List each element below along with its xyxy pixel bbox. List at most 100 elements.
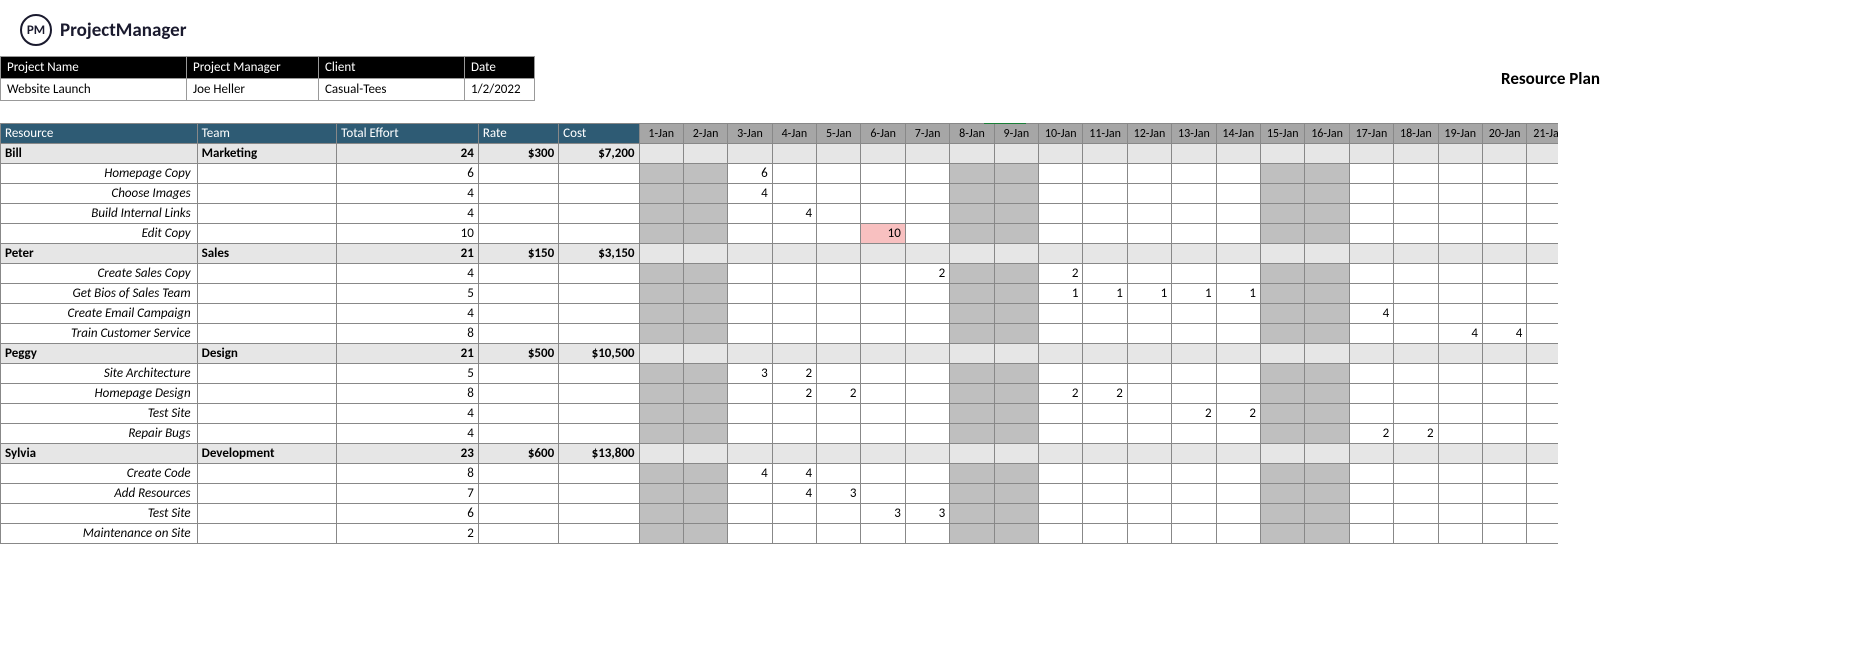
task-cell[interactable]: [197, 424, 337, 444]
task-cell[interactable]: Repair Bugs: [1, 424, 198, 444]
task-cell[interactable]: 4: [337, 264, 479, 284]
grid-cell[interactable]: [1083, 164, 1127, 184]
resource-cell[interactable]: $150: [478, 244, 558, 264]
grid-cell[interactable]: [905, 364, 949, 384]
grid-cell[interactable]: [1039, 524, 1083, 544]
grid-cell[interactable]: [1482, 184, 1526, 204]
grid-cell[interactable]: [772, 524, 816, 544]
grid-cell[interactable]: [728, 384, 772, 404]
task-cell[interactable]: [478, 404, 558, 424]
grid-cell[interactable]: [1039, 344, 1083, 364]
grid-cell[interactable]: [1394, 244, 1438, 264]
grid-cell[interactable]: [1438, 524, 1482, 544]
grid-cell[interactable]: [1438, 364, 1482, 384]
grid-cell[interactable]: [905, 464, 949, 484]
grid-cell[interactable]: [683, 464, 727, 484]
grid-cell[interactable]: [772, 144, 816, 164]
grid-cell[interactable]: 4: [772, 464, 816, 484]
grid-cell[interactable]: [1482, 524, 1526, 544]
grid-cell[interactable]: [1527, 224, 1558, 244]
task-cell[interactable]: [559, 224, 639, 244]
grid-cell[interactable]: [1083, 364, 1127, 384]
task-cell[interactable]: [559, 384, 639, 404]
grid-cell[interactable]: [639, 264, 683, 284]
task-cell[interactable]: [559, 324, 639, 344]
task-cell[interactable]: [197, 324, 337, 344]
task-cell[interactable]: [478, 384, 558, 404]
grid-cell[interactable]: [1527, 484, 1558, 504]
grid-cell[interactable]: 2: [1039, 384, 1083, 404]
grid-cell[interactable]: [817, 404, 861, 424]
meta-value-date[interactable]: 1/2/2022: [465, 79, 535, 101]
grid-cell[interactable]: [1438, 464, 1482, 484]
grid-cell[interactable]: [1305, 324, 1349, 344]
grid-cell[interactable]: [1438, 504, 1482, 524]
grid-cell[interactable]: [1172, 344, 1216, 364]
task-cell[interactable]: [478, 504, 558, 524]
task-cell[interactable]: [478, 424, 558, 444]
grid-cell[interactable]: [817, 464, 861, 484]
task-cell[interactable]: 4: [337, 184, 479, 204]
grid-cell[interactable]: [1349, 404, 1393, 424]
resource-cell[interactable]: 23: [337, 444, 479, 464]
grid-cell[interactable]: [728, 404, 772, 424]
grid-cell[interactable]: [1394, 184, 1438, 204]
grid-cell[interactable]: [683, 244, 727, 264]
grid-cell[interactable]: [861, 364, 905, 384]
grid-cell[interactable]: [1127, 424, 1171, 444]
grid-cell[interactable]: [1083, 244, 1127, 264]
task-cell[interactable]: [559, 364, 639, 384]
grid-cell[interactable]: [1438, 244, 1482, 264]
grid-cell[interactable]: [1394, 404, 1438, 424]
grid-cell[interactable]: [1349, 464, 1393, 484]
grid-cell[interactable]: [1305, 344, 1349, 364]
grid-cell[interactable]: [994, 364, 1038, 384]
task-cell[interactable]: Train Customer Service: [1, 324, 198, 344]
grid-cell[interactable]: 1: [1216, 284, 1260, 304]
grid-cell[interactable]: [994, 504, 1038, 524]
task-cell[interactable]: 8: [337, 324, 479, 344]
grid-cell[interactable]: [772, 184, 816, 204]
grid-cell[interactable]: [1083, 424, 1127, 444]
grid-cell[interactable]: [1260, 244, 1304, 264]
grid-cell[interactable]: [728, 504, 772, 524]
resource-cell[interactable]: Sylvia: [1, 444, 198, 464]
grid-cell[interactable]: [1438, 264, 1482, 284]
grid-cell[interactable]: [1260, 384, 1304, 404]
grid-cell[interactable]: [1083, 444, 1127, 464]
grid-cell[interactable]: [905, 424, 949, 444]
grid-cell[interactable]: [683, 304, 727, 324]
task-cell[interactable]: [478, 524, 558, 544]
grid-cell[interactable]: 2: [1216, 404, 1260, 424]
grid-cell[interactable]: [1039, 444, 1083, 464]
grid-cell[interactable]: [1305, 484, 1349, 504]
grid-cell[interactable]: [905, 384, 949, 404]
grid-cell[interactable]: [1216, 204, 1260, 224]
grid-cell[interactable]: 10: [861, 224, 905, 244]
task-cell[interactable]: [197, 464, 337, 484]
grid-cell[interactable]: [639, 524, 683, 544]
grid-cell[interactable]: [1127, 364, 1171, 384]
grid-cell[interactable]: [639, 284, 683, 304]
grid-cell[interactable]: [1394, 464, 1438, 484]
task-cell[interactable]: Maintenance on Site: [1, 524, 198, 544]
task-cell[interactable]: [559, 164, 639, 184]
grid-cell[interactable]: [1349, 324, 1393, 344]
grid-cell[interactable]: [1438, 384, 1482, 404]
grid-cell[interactable]: [1127, 344, 1171, 364]
grid-cell[interactable]: [639, 184, 683, 204]
grid-cell[interactable]: [1305, 284, 1349, 304]
task-cell[interactable]: [197, 384, 337, 404]
grid-cell[interactable]: [1527, 364, 1558, 384]
grid-cell[interactable]: [1216, 424, 1260, 444]
resource-cell[interactable]: Bill: [1, 144, 198, 164]
grid-cell[interactable]: [1127, 504, 1171, 524]
grid-cell[interactable]: [1216, 144, 1260, 164]
task-cell[interactable]: [559, 464, 639, 484]
grid-cell[interactable]: [1482, 384, 1526, 404]
grid-cell[interactable]: [1305, 384, 1349, 404]
grid-cell[interactable]: [683, 164, 727, 184]
grid-cell[interactable]: [1482, 504, 1526, 524]
grid-cell[interactable]: [683, 204, 727, 224]
grid-cell[interactable]: [1438, 144, 1482, 164]
